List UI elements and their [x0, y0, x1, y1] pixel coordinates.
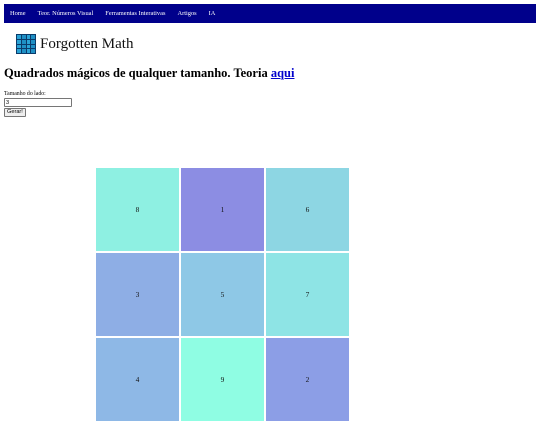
brand[interactable]: Forgotten Math — [16, 34, 133, 54]
size-form: Tamanho do lado: Gerar! — [4, 91, 72, 117]
magic-square-grid: 816 357 492 — [96, 168, 349, 421]
magic-square-cell: 8 — [96, 168, 179, 251]
magic-square-cell: 1 — [181, 168, 264, 251]
magic-square-cell: 7 — [266, 253, 349, 336]
nav-ai[interactable]: IA — [209, 10, 216, 17]
magic-square-cell: 2 — [266, 338, 349, 421]
magic-square-cell: 3 — [96, 253, 179, 336]
magic-square-cell: 4 — [96, 338, 179, 421]
grid-logo-icon — [16, 34, 36, 54]
generate-button[interactable]: Gerar! — [4, 108, 26, 117]
magic-square-cell: 5 — [181, 253, 264, 336]
side-size-label: Tamanho do lado: — [4, 91, 46, 97]
theory-link[interactable]: aqui — [271, 66, 295, 80]
page-title: Quadrados mágicos de qualquer tamanho. T… — [4, 66, 294, 81]
nav-visual-number-theory[interactable]: Teor. Números Visual — [38, 10, 94, 17]
side-size-input[interactable] — [4, 98, 72, 107]
brand-name: Forgotten Math — [40, 35, 134, 52]
nav-articles[interactable]: Artigos — [177, 10, 196, 17]
nav-interactive-tools[interactable]: Ferramentas Interativas — [105, 10, 165, 17]
page-title-text: Quadrados mágicos de qualquer tamanho. T… — [4, 66, 268, 80]
nav-home[interactable]: Home — [10, 10, 26, 17]
magic-square-cell: 9 — [181, 338, 264, 421]
top-navbar: Home Teor. Números Visual Ferramentas In… — [4, 4, 536, 23]
magic-square-cell: 6 — [266, 168, 349, 251]
